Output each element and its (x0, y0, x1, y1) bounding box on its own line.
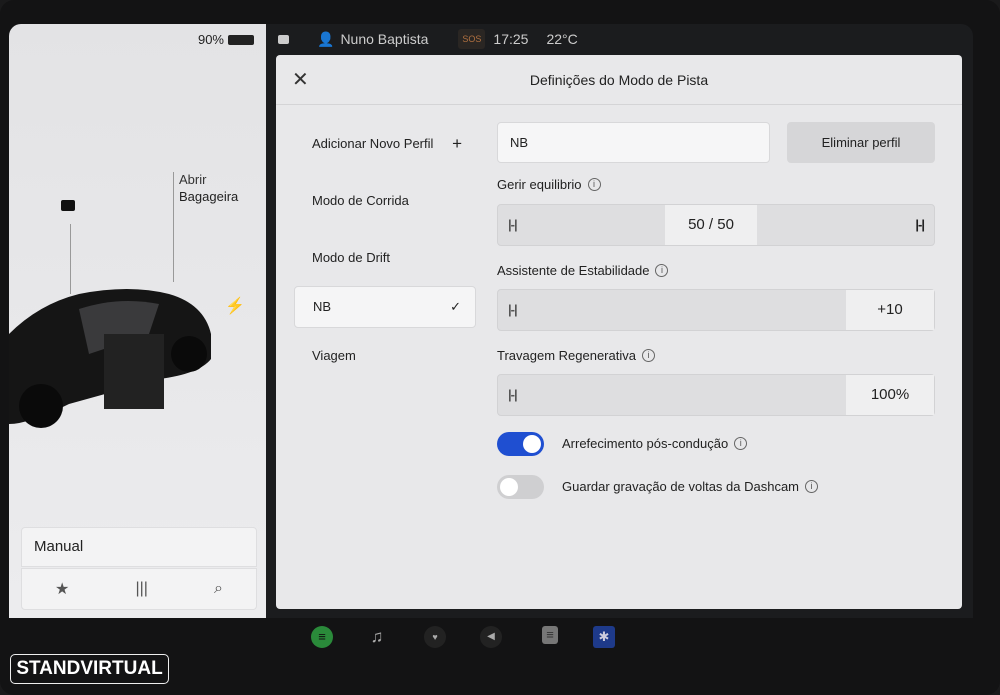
drive-mode-card[interactable]: Manual (21, 527, 257, 567)
slider-handle-icon: |-| (508, 302, 518, 317)
car-image (9, 289, 211, 428)
menu-label: Modo de Corrida (312, 193, 409, 208)
bars-icon[interactable]: ||| (135, 580, 147, 598)
user-icon[interactable]: 👤 (317, 31, 334, 48)
delete-profile-button[interactable]: Eliminar perfil (787, 122, 935, 163)
regen-label: Travagem Regenerativa (497, 348, 636, 363)
lock-icon[interactable] (61, 200, 75, 211)
menu-label: Viagem (312, 348, 356, 363)
plus-icon: + (452, 134, 462, 153)
info-icon[interactable]: i (587, 178, 601, 191)
sos-icon[interactable]: SOS (458, 29, 486, 49)
bluetooth-icon[interactable]: ✱ (593, 626, 615, 648)
trunk-label: Abrir (179, 172, 207, 187)
unlock-icon[interactable] (278, 34, 289, 44)
info-icon[interactable]: i (641, 349, 655, 362)
menu-label: NB (313, 299, 332, 314)
menu-label: Modo de Drift (312, 250, 391, 265)
battery-status: 90% (198, 32, 254, 47)
stability-label: Assistente de Estabilidade (497, 263, 650, 278)
balance-slider[interactable]: |-| 50 / 50 |-| (497, 204, 935, 246)
slider-handle-icon: |-| (915, 217, 925, 232)
quick-actions: ★ ||| ⌕ (21, 568, 257, 610)
profile-drift-mode[interactable]: Modo de Drift (294, 229, 476, 286)
profile-nb[interactable]: NB ✓ (294, 286, 476, 328)
balance-value: 50 / 50 (665, 205, 757, 245)
add-profile-button[interactable]: Adicionar Novo Perfil + (294, 115, 476, 172)
info-icon[interactable]: i (655, 264, 669, 277)
user-name[interactable]: Nuno Baptista (340, 31, 428, 47)
cooldown-toggle[interactable] (497, 432, 544, 456)
balance-label: Gerir equilibrio (497, 177, 582, 192)
search-icon[interactable]: ⌕ (214, 580, 223, 598)
star-icon[interactable]: ★ (55, 579, 69, 599)
info-icon[interactable]: i (805, 480, 819, 493)
app-dock: ≡ ♫ ♥ ◀ ≡ ✱ (0, 626, 1000, 652)
spotify-icon[interactable]: ≡ (311, 626, 333, 648)
dialog-title: Definições do Modo de Pista (529, 72, 709, 88)
track-mode-settings-dialog: ✕ Definições do Modo de Pista Adicionar N… (276, 55, 962, 609)
profile-name-input[interactable]: NB (497, 122, 770, 163)
stability-value: +10 (846, 290, 934, 330)
slider-handle-icon: |-| (508, 217, 518, 232)
profile-travel[interactable]: Viagem (294, 336, 476, 376)
charge-port-icon[interactable]: ⚡ (225, 296, 245, 316)
dashcam-label: Guardar gravação de voltas da Dashcam (562, 479, 800, 494)
music-icon[interactable]: ♫ (366, 626, 388, 648)
standvirtual-logo: STANDVIRTUAL (10, 654, 169, 684)
screen: 90% Abrir Bagageira ⚡ Manual ★ ||| ⌕ 👤 Nuno… (9, 24, 973, 618)
battery-percent: 90% (197, 32, 224, 47)
drive-mode-label: Manual (34, 538, 84, 555)
battery-icon (228, 34, 254, 45)
menu-label: Adicionar Novo Perfil (312, 136, 434, 151)
profile-menu: Adicionar Novo Perfil + Modo de Corrida M… (294, 115, 476, 376)
regen-value: 100% (846, 375, 934, 415)
temperature: 22°C (546, 31, 578, 47)
info-icon[interactable]: i (734, 437, 748, 450)
slider-handle-icon: |-| (508, 387, 518, 402)
trunk-label: Bagageira (179, 189, 239, 204)
stability-slider[interactable]: |-| +10 (497, 289, 935, 331)
status-bar: 👤 Nuno Baptista SOS 17:25 22°C (266, 24, 973, 54)
check-icon: ✓ (450, 299, 461, 314)
heart-icon[interactable]: ♥ (424, 626, 446, 648)
open-trunk-button[interactable]: Abrir Bagageira (179, 171, 238, 205)
close-icon[interactable]: ✕ (292, 55, 309, 105)
profile-race-mode[interactable]: Modo de Corrida (294, 172, 476, 229)
volume-icon[interactable]: ◀ (480, 626, 502, 648)
notes-icon[interactable]: ≡ (542, 626, 558, 644)
dashcam-toggle[interactable] (497, 475, 544, 499)
regen-slider[interactable]: |-| 100% (497, 374, 935, 416)
cooldown-label: Arrefecimento pós-condução (562, 436, 729, 451)
car-panel: 90% Abrir Bagageira ⚡ Manual ★ ||| ⌕ (9, 24, 266, 618)
clock: 17:25 (493, 31, 529, 47)
